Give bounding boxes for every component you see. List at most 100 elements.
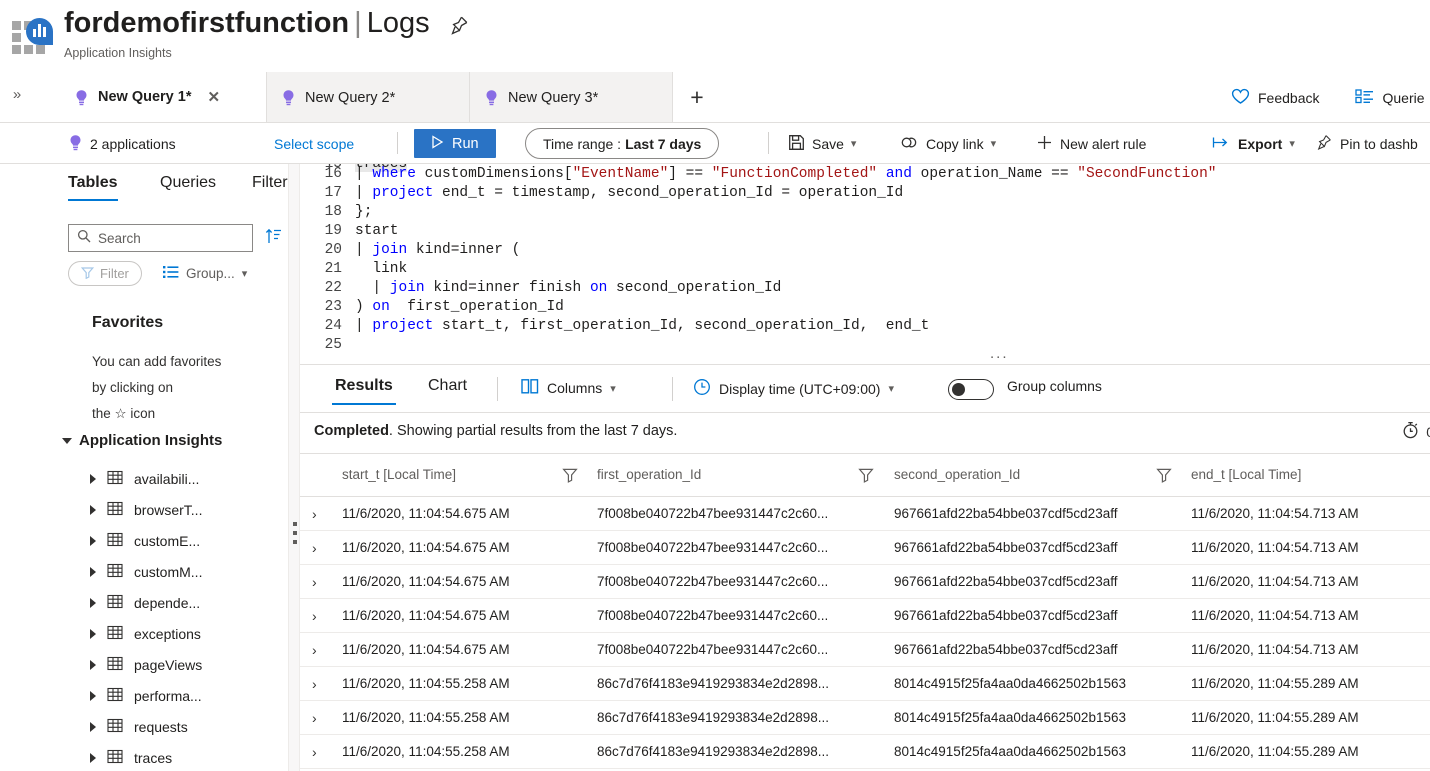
tab-new-query-3[interactable]: New Query 3* (470, 72, 673, 123)
chevron-right-icon[interactable] (90, 598, 96, 608)
chevron-right-icon[interactable] (90, 474, 96, 484)
chevron-right-icon[interactable] (90, 567, 96, 577)
chevron-right-icon[interactable] (90, 629, 96, 639)
chevron-right-icon[interactable] (90, 691, 96, 701)
line-code: start (355, 223, 399, 239)
filter-label: Filter (100, 266, 129, 281)
chevron-right-icon[interactable]: › (312, 506, 328, 522)
pin-to-dashboard-button[interactable]: Pin to dashb (1315, 123, 1418, 164)
results-grid[interactable]: start_t [Local Time] first_operation_Id … (300, 454, 1430, 771)
table-icon (107, 625, 123, 643)
table-cell: 11/6/2020, 11:04:54.713 AM (1191, 540, 1359, 555)
filter-button[interactable]: Filter (68, 261, 142, 286)
table-row[interactable]: › 11/6/2020, 11:04:54.675 AM 7f008be040722… (300, 531, 1430, 565)
column-header-second-operation-id[interactable]: second_operation_Id (894, 467, 1020, 482)
tab-new-query-2[interactable]: New Query 2* (267, 72, 470, 123)
sidebar-tab-tables[interactable]: Tables (68, 174, 118, 201)
double-chevron-right-icon[interactable]: » (7, 86, 27, 108)
pin-icon (1315, 133, 1333, 154)
code-line[interactable]: 23) on first_operation_Id (300, 298, 1430, 317)
time-range-picker[interactable]: Time range : Last 7 days (525, 128, 720, 159)
sidebar-table-availability[interactable]: availabili... (90, 462, 199, 496)
chevron-right-icon[interactable]: › (312, 676, 328, 692)
sidebar-tab-filter[interactable]: Filter (252, 174, 288, 192)
table-row[interactable]: › 11/6/2020, 11:04:55.258 AM 86c7d76f4183e… (300, 701, 1430, 735)
run-button[interactable]: Run (414, 129, 496, 158)
chevron-right-icon[interactable]: › (312, 642, 328, 658)
funnel-icon[interactable] (1156, 467, 1172, 488)
sidebar-table-traces[interactable]: traces (90, 741, 172, 771)
sidebar-table-exceptions[interactable]: exceptions (90, 617, 201, 651)
code-line[interactable]: 24 | project start_t, first_operation_Id,… (300, 317, 1430, 336)
tab-results[interactable]: Results (332, 377, 396, 405)
chevron-right-icon[interactable] (90, 536, 96, 546)
pin-icon[interactable] (448, 14, 472, 38)
sidebar-table-dependencies[interactable]: depende... (90, 586, 200, 620)
search-input-wrap[interactable] (68, 224, 253, 252)
select-scope-link[interactable]: Select scope (274, 123, 354, 164)
export-button[interactable]: Export ▾ (1212, 123, 1295, 164)
sidebar-group-application-insights[interactable]: Application Insights (62, 432, 222, 449)
chevron-right-icon[interactable] (90, 753, 96, 763)
sidebar-table-requests[interactable]: requests (90, 710, 188, 744)
chevron-right-icon[interactable]: › (312, 744, 328, 760)
add-query-tab-button[interactable]: + (674, 72, 720, 123)
chevron-right-icon[interactable] (90, 660, 96, 670)
lightbulb-icon (281, 89, 296, 106)
tab-chart[interactable]: Chart (428, 377, 467, 395)
chevron-right-icon[interactable]: › (312, 710, 328, 726)
column-header-first-operation-id[interactable]: first_operation_Id (597, 467, 701, 482)
sidebar-table-performancecounters[interactable]: performa... (90, 679, 202, 713)
sidebar-splitter[interactable] (288, 164, 300, 771)
page-subtitle: Application Insights (64, 46, 172, 60)
group-by-button[interactable]: Group... ▾ (163, 261, 247, 286)
chevron-right-icon[interactable]: › (312, 540, 328, 556)
columns-button[interactable]: Columns ▾ (521, 378, 616, 398)
funnel-icon[interactable] (858, 467, 874, 488)
sort-icon[interactable] (265, 227, 282, 251)
grid-body[interactable]: › 11/6/2020, 11:04:54.675 AM 7f008be040722… (300, 497, 1430, 769)
chevron-right-icon[interactable] (90, 722, 96, 732)
code-line[interactable]: 20 | join kind=inner ( (300, 241, 1430, 260)
sidebar-table-pageviews[interactable]: pageViews (90, 648, 202, 682)
close-icon[interactable]: ✕ (208, 88, 221, 106)
chevron-right-icon[interactable]: › (312, 574, 328, 590)
table-row[interactable]: › 11/6/2020, 11:04:55.258 AM 86c7d76f4183e… (300, 735, 1430, 769)
new-alert-rule-button[interactable]: New alert rule (1036, 123, 1146, 164)
sidebar-table-custommetrics[interactable]: customM... (90, 555, 202, 589)
table-row[interactable]: › 11/6/2020, 11:04:54.675 AM 7f008be040722… (300, 599, 1430, 633)
code-line[interactable]: 17 | project end_t = timestamp, second_op… (300, 184, 1430, 203)
tab-new-query-1[interactable]: New Query 1* ✕ (60, 72, 267, 123)
divider (497, 377, 498, 401)
group-columns-label-wrap: Group columns (1007, 378, 1102, 394)
code-line[interactable]: 21 link (300, 260, 1430, 279)
code-lines[interactable]: 15 traces 16 | where customDimensions["Even… (300, 164, 1430, 355)
copy-link-button[interactable]: Copy link ▾ (900, 123, 996, 164)
group-columns-toggle[interactable] (948, 379, 994, 400)
search-input[interactable] (98, 230, 248, 246)
table-row[interactable]: › 11/6/2020, 11:04:54.675 AM 7f008be040722… (300, 633, 1430, 667)
column-header-start-t[interactable]: start_t [Local Time] (342, 467, 456, 482)
table-label: requests (134, 719, 188, 735)
sidebar-table-browsertimings[interactable]: browserT... (90, 493, 202, 527)
display-time-button[interactable]: Display time (UTC+09:00) ▾ (693, 378, 894, 399)
sidebar-table-customevents[interactable]: customE... (90, 524, 200, 558)
table-row[interactable]: › 11/6/2020, 11:04:55.258 AM 86c7d76f4183e… (300, 667, 1430, 701)
feedback-button[interactable]: Feedback (1221, 88, 1329, 108)
chevron-right-icon[interactable]: › (312, 608, 328, 624)
code-line[interactable]: 22 | join kind=inner finish on second_op… (300, 279, 1430, 298)
table-row[interactable]: › 11/6/2020, 11:04:54.675 AM 7f008be040722… (300, 565, 1430, 599)
code-line[interactable]: 25 (300, 336, 1430, 355)
column-header-end-t[interactable]: end_t [Local Time] (1191, 467, 1301, 482)
query-editor[interactable]: 15 traces 16 | where customDimensions["Even… (300, 164, 1430, 365)
code-line[interactable]: 18}; (300, 203, 1430, 222)
table-row[interactable]: › 11/6/2020, 11:04:54.675 AM 7f008be040722… (300, 497, 1430, 531)
funnel-icon[interactable] (562, 467, 578, 488)
queries-button[interactable]: Querie (1345, 88, 1430, 107)
code-line[interactable]: 16 | where customDimensions["EventName"] … (300, 165, 1430, 184)
chevron-right-icon[interactable] (90, 505, 96, 515)
save-button[interactable]: Save ▾ (788, 123, 856, 164)
scope-indicator[interactable]: 2 applications (68, 123, 176, 164)
code-line[interactable]: 19 start (300, 222, 1430, 241)
sidebar-tab-queries[interactable]: Queries (160, 174, 216, 192)
